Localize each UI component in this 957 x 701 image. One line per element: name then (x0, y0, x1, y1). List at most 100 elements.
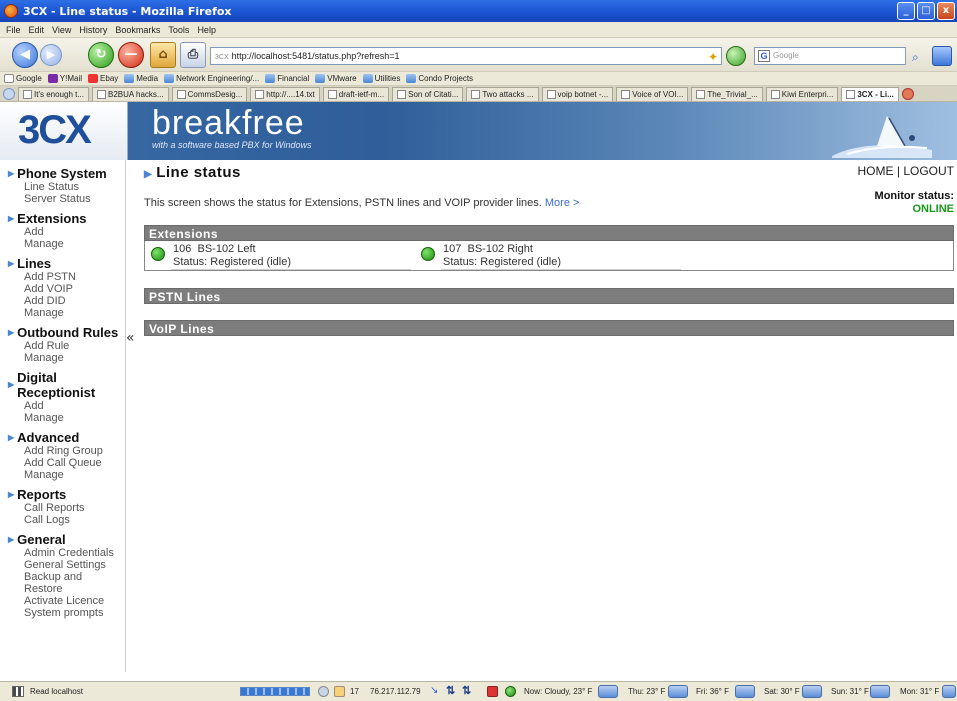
nav-item-add-did[interactable]: Add DID (24, 295, 125, 307)
extension-status: Status: Registered (idle) (443, 256, 561, 268)
tab[interactable]: Voice of VOI... (616, 86, 689, 101)
status-online-icon[interactable] (505, 686, 516, 697)
bookmark-label: Condo Projects (418, 74, 474, 83)
url-bar[interactable]: 3CX http://localhost:5481/status.php?refr… (210, 47, 722, 65)
nav-item-activate-licence[interactable]: Activate Licence (24, 595, 125, 607)
more-link[interactable]: More > (545, 197, 580, 209)
nav-heading[interactable]: ▶ Outbound Rules (8, 325, 125, 340)
wrench-icon[interactable]: ↘ (430, 685, 438, 696)
bookmark-condo-projects[interactable]: Condo Projects (406, 74, 473, 83)
bookmark-vmware[interactable]: VMware (315, 74, 357, 83)
menu-file[interactable]: File (6, 25, 21, 35)
forward-button[interactable]: ▶ (40, 44, 62, 66)
logout-link[interactable]: LOGOUT (903, 164, 954, 178)
tab[interactable]: voip botnet -... (541, 86, 614, 101)
nav-item-call-reports[interactable]: Call Reports (24, 502, 125, 514)
tab[interactable]: CommsDesig... (171, 86, 248, 101)
search-magnifier-icon[interactable]: ⌕ (912, 50, 919, 65)
bookmark-utilities[interactable]: Utilities (362, 74, 400, 83)
yahoo-icon (47, 74, 58, 83)
extensions-panel: 106 BS-102 Left Status: Registered (idle… (144, 241, 954, 271)
menu-bar: File Edit View History Bookmarks Tools H… (0, 22, 957, 38)
triangle-right-icon: ▶ (144, 169, 153, 180)
nav-item-server-status[interactable]: Server Status (24, 193, 125, 205)
nav-item-manage-extensions[interactable]: Manage (24, 238, 125, 250)
tab-active[interactable]: 3CX - Li... (841, 86, 899, 101)
sync-icon[interactable]: ⇅ (462, 684, 471, 697)
bookmark-google[interactable]: Google (4, 74, 42, 83)
mail-icon[interactable] (334, 686, 345, 697)
tab[interactable]: The_Trivial_... (691, 86, 763, 101)
close-button[interactable]: x (937, 2, 955, 20)
nav-item-add-receptionist[interactable]: Add (24, 400, 125, 412)
nav-item-add-ring-group[interactable]: Add Ring Group (24, 445, 125, 457)
nav-heading[interactable]: ▶ General (8, 532, 125, 547)
tab[interactable]: Kiwi Enterpri... (765, 86, 839, 101)
tab[interactable]: http://....14.txt (250, 86, 320, 101)
tab-close-button[interactable] (901, 87, 914, 100)
tab[interactable]: It's enough t... (18, 86, 90, 101)
home-button[interactable]: ⌂ (150, 42, 176, 68)
nav-item-backup-restore[interactable]: Backup and Restore (24, 571, 94, 595)
maximize-button[interactable]: □ (917, 2, 935, 20)
nav-item-admin-credentials[interactable]: Admin Credentials (24, 547, 125, 559)
nav-heading[interactable]: ▶ Reports (8, 487, 125, 502)
tab[interactable]: Son of Citati... (392, 86, 464, 101)
toolbar-icon[interactable] (318, 686, 329, 697)
nav-item-manage-lines[interactable]: Manage (24, 307, 125, 319)
go-button[interactable] (726, 46, 746, 66)
nav-heading-label: Outbound Rules (17, 325, 119, 340)
menu-help[interactable]: Help (197, 25, 216, 35)
rss-feed-icon[interactable]: ✦ (708, 50, 718, 64)
tab[interactable]: Two attacks ... (466, 86, 539, 101)
weather-icon (735, 685, 755, 698)
banner-title: breakfree (152, 104, 305, 142)
bookmark-network-engineering[interactable]: Network Engineering/... (164, 74, 259, 83)
reload-button[interactable]: ↻ (88, 42, 114, 68)
nav-item-add-voip[interactable]: Add VOIP (24, 283, 125, 295)
menu-history[interactable]: History (79, 25, 107, 35)
nav-item-general-settings[interactable]: General Settings (24, 559, 125, 571)
minimize-button[interactable]: _ (897, 2, 915, 20)
nav-item-line-status[interactable]: Line Status (24, 181, 125, 193)
nav-item-manage-receptionist[interactable]: Manage (24, 412, 125, 424)
nav-heading[interactable]: ▶ Lines (8, 256, 125, 271)
bookmark-financial[interactable]: Financial (265, 74, 309, 83)
nav-item-system-prompts[interactable]: System prompts (24, 607, 125, 619)
search-input[interactable]: G Google (754, 47, 906, 65)
nav-item-add-rule[interactable]: Add Rule (24, 340, 125, 352)
print-button[interactable]: ⎙ (180, 42, 206, 68)
tab[interactable]: B2BUA hacks... (92, 86, 169, 101)
collapse-menu-icon[interactable]: « (126, 330, 135, 346)
logo-area[interactable]: 3CX (0, 102, 128, 160)
nav-item-add-extension[interactable]: Add (24, 226, 125, 238)
forward-arrow-icon: ▶ (46, 48, 56, 61)
nav-heading[interactable]: ▶ Advanced (8, 430, 125, 445)
sync-icon[interactable]: ⇅ (446, 684, 455, 697)
home-link[interactable]: HOME (858, 164, 894, 178)
nav-heading[interactable]: ▶ Phone System (8, 166, 125, 181)
tab-label: The_Trivial_... (707, 89, 758, 99)
nav-item-manage-rules[interactable]: Manage (24, 352, 125, 364)
nav-item-call-logs[interactable]: Call Logs (24, 514, 125, 526)
bookmark-ebay[interactable]: Ebay (88, 74, 118, 83)
nav-item-add-call-queue[interactable]: Add Call Queue (24, 457, 125, 469)
menu-edit[interactable]: Edit (29, 25, 45, 35)
bookmark-ymail[interactable]: Y!Mail (47, 74, 82, 83)
sidebar-toggle-button[interactable] (932, 46, 952, 66)
stop-button[interactable]: — (118, 42, 144, 68)
nav-heading-label: Advanced (17, 430, 80, 445)
tab[interactable]: draft-ietf-m... (322, 86, 390, 101)
back-button[interactable]: ◀ (12, 42, 38, 68)
nav-item-add-pstn[interactable]: Add PSTN (24, 271, 125, 283)
nav-heading[interactable]: ▶ Digital Receptionist (8, 370, 125, 400)
menu-bookmarks[interactable]: Bookmarks (115, 25, 160, 35)
nav-item-manage-advanced[interactable]: Manage (24, 469, 125, 481)
alert-icon[interactable] (487, 686, 498, 697)
bookmark-label: Financial (277, 74, 310, 83)
nav-heading[interactable]: ▶ Extensions (8, 211, 125, 226)
bookmark-media[interactable]: Media (124, 74, 158, 83)
tab-scroll-left-button[interactable] (3, 87, 15, 100)
menu-tools[interactable]: Tools (168, 25, 189, 35)
menu-view[interactable]: View (52, 25, 71, 35)
